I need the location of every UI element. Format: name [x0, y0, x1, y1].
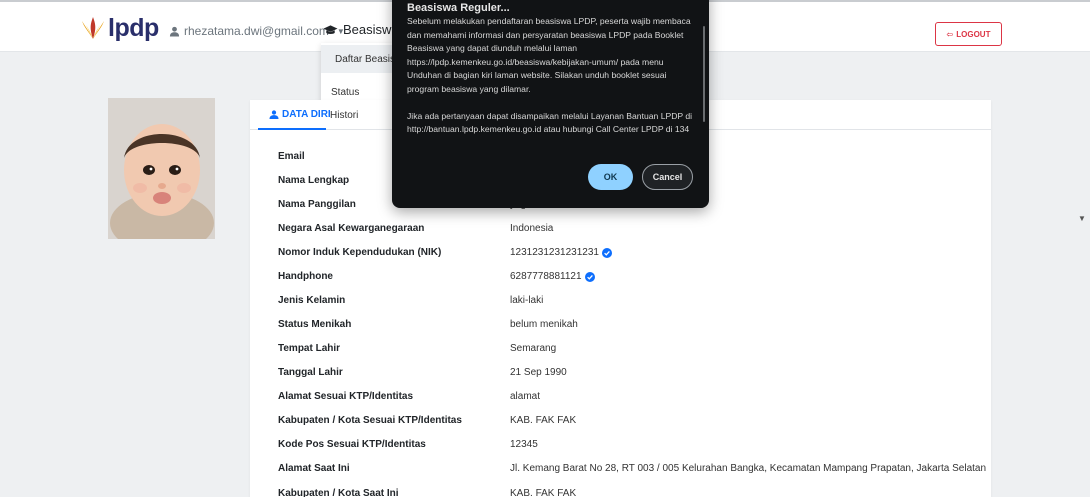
logout-label: LOGOUT [956, 29, 991, 39]
field-label: Tanggal Lahir [278, 367, 343, 378]
logo-text: lpdp [108, 14, 159, 42]
active-tab-indicator [258, 128, 326, 130]
dropdown-label: Daftar Beasiswa [335, 53, 393, 65]
row-tanggal-lahir: Tanggal Lahir 21 Sep 1990 [250, 362, 991, 386]
dropdown-item-daftar-beasiswa[interactable]: Daftar Beasiswa [321, 45, 393, 73]
dropdown-label: Status [331, 87, 360, 98]
modal-title: Beasiswa Reguler... [407, 2, 510, 14]
field-value: 21 Sep 1990 [510, 367, 567, 378]
profile-photo [108, 98, 215, 239]
dropdown-item-status[interactable]: Status [321, 87, 393, 98]
row-jenis-kelamin: Jenis Kelamin laki-laki [250, 290, 991, 314]
verified-check-icon [584, 271, 595, 282]
field-label: Status Menikah [278, 319, 352, 330]
field-label: Kabupaten / Kota Sesuai KTP/Identitas [278, 415, 462, 426]
row-alamat-ktp: Alamat Sesuai KTP/Identitas alamat [250, 386, 991, 410]
tab-data-diri[interactable]: DATA DIRI [269, 109, 331, 120]
verified-check-icon [601, 247, 612, 258]
field-label: Tempat Lahir [278, 343, 341, 354]
row-nik: Nomor Induk Kependudukan (NIK) 123123123… [250, 242, 991, 266]
tab-histori[interactable]: Histori [330, 110, 358, 121]
user-icon [169, 26, 180, 37]
lpdp-flame-icon [82, 17, 104, 39]
beasiswa-label: Beasiswa [343, 22, 399, 37]
beasiswa-menu[interactable]: Beasiswa [323, 22, 399, 37]
field-label: Email [278, 151, 305, 162]
baby-photo-image [108, 98, 215, 239]
row-handphone: Handphone 6287778881121 [250, 266, 991, 290]
logout-button[interactable]: ⇦ LOGOUT [935, 22, 1002, 46]
field-value: 1231231231231231 [510, 247, 599, 258]
field-value: KAB. FAK FAK [510, 488, 577, 497]
modal-scrollbar[interactable] [703, 26, 705, 122]
user-menu[interactable]: rhezatama.dwi@gmail.com ▼ [169, 24, 345, 38]
user-icon [269, 110, 279, 119]
field-value: belum menikah [510, 319, 578, 330]
field-label: Negara Asal Kewarganegaraan [278, 223, 425, 234]
field-label: Kode Pos Sesuai KTP/Identitas [278, 439, 426, 450]
field-label: Nomor Induk Kependudukan (NIK) [278, 247, 442, 258]
field-value: KAB. FAK FAK [510, 415, 577, 426]
field-value: Semarang [510, 343, 557, 354]
modal-paragraph: Jika ada pertanyaan dapat disampaikan me… [407, 110, 693, 135]
field-value: 12345 [510, 439, 538, 450]
row-alamat-saat-ini: Alamat Saat Ini Jl. Kemang Barat No 28, … [250, 458, 991, 482]
tab-label: DATA DIRI [282, 109, 331, 120]
field-label: Nama Lengkap [278, 175, 350, 186]
info-modal: Beasiswa Reguler... Sebelum melakukan pe… [392, 0, 709, 208]
modal-paragraph: Sebelum melakukan pendaftaran beasiswa L… [407, 16, 691, 94]
scroll-down-arrow-icon[interactable]: ▼ [1078, 214, 1086, 223]
row-kode-pos-ktp: Kode Pos Sesuai KTP/Identitas 12345 [250, 434, 991, 458]
field-value: 6287778881121 [510, 271, 582, 282]
field-value-wrap: 6287778881121 [510, 271, 595, 282]
row-kabupaten-ktp: Kabupaten / Kota Sesuai KTP/Identitas KA… [250, 410, 991, 434]
field-label: Alamat Saat Ini [278, 463, 350, 474]
field-label: Kabupaten / Kota Saat Ini [278, 488, 399, 497]
row-tempat-lahir: Tempat Lahir Semarang [250, 338, 991, 362]
field-label: Nama Panggilan [278, 199, 356, 210]
user-email: rhezatama.dwi@gmail.com [184, 24, 329, 38]
cancel-button[interactable]: Cancel [642, 164, 693, 190]
field-label: Handphone [278, 271, 333, 282]
field-label: Jenis Kelamin [278, 295, 346, 306]
field-value: alamat [510, 391, 541, 402]
ok-button[interactable]: OK [588, 164, 633, 190]
field-value: laki-laki [510, 295, 544, 306]
field-value: Indonesia [510, 223, 554, 234]
row-kabupaten-saat-ini: Kabupaten / Kota Saat Ini KAB. FAK FAK [250, 483, 991, 497]
graduation-cap-icon [323, 24, 338, 34]
field-value: Jl. Kemang Barat No 28, RT 003 / 005 Kel… [510, 463, 987, 474]
modal-body[interactable]: Sebelum melakukan pendaftaran beasiswa L… [407, 15, 697, 161]
logout-icon: ⇦ [946, 29, 954, 39]
field-value-wrap: 1231231231231231 [510, 247, 612, 258]
row-negara: Negara Asal Kewarganegaraan Indonesia [250, 218, 991, 242]
field-label: Alamat Sesuai KTP/Identitas [278, 391, 414, 402]
lpdp-logo[interactable]: lpdp [78, 14, 159, 42]
row-status-menikah: Status Menikah belum menikah [250, 314, 991, 338]
